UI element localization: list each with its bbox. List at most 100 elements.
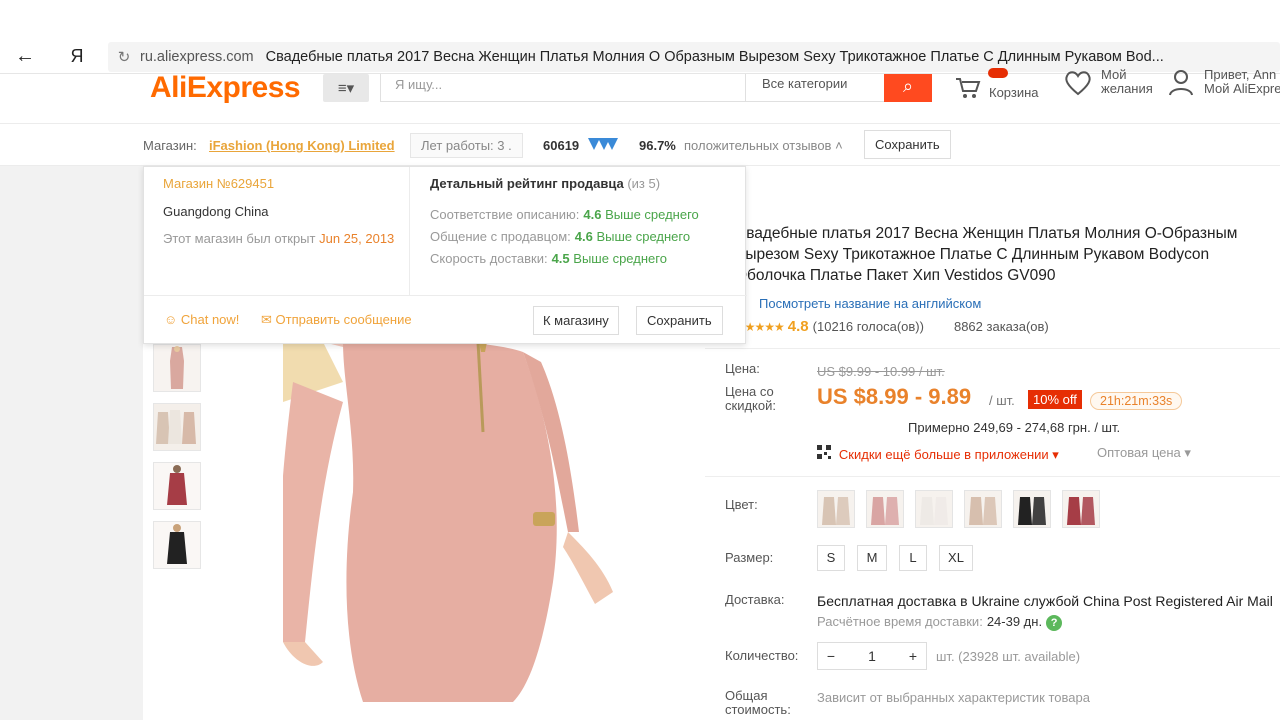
yandex-logo[interactable]: Я	[50, 46, 104, 67]
gallery-thumbnail[interactable]	[153, 462, 201, 510]
shipping-method[interactable]: Бесплатная доставка в Ukraine службой Ch…	[817, 593, 1273, 609]
url-page-title: Свадебные платья 2017 Весна Женщин Плать…	[265, 49, 1164, 65]
store-location: Guangdong China	[163, 204, 269, 219]
search-button[interactable]: ⌕	[884, 74, 932, 102]
account-greeting: Привет, Ann	[1204, 67, 1277, 82]
rating-row-compare: Выше среднего	[605, 207, 699, 222]
account-link[interactable]: Привет, Ann Мой AliExpre	[1168, 68, 1280, 103]
save-store-button[interactable]: Сохранить	[864, 130, 951, 159]
sale-timer: 21h:21m:33s	[1090, 392, 1183, 410]
price-label: Цена:	[725, 361, 760, 376]
store-name-link[interactable]: iFashion (Hong Kong) Limited	[209, 138, 395, 153]
color-swatch[interactable]	[866, 490, 904, 528]
size-option-xl[interactable]: XL	[939, 545, 973, 571]
store-number: Магазин №629451	[163, 176, 275, 191]
rating-row-value: 4.5	[551, 251, 570, 266]
categories-menu-icon[interactable]: ≡▾	[323, 74, 369, 102]
wholesale-price-dropdown[interactable]: Оптовая цена ▾	[1097, 445, 1191, 461]
medal-icon	[586, 136, 620, 155]
store-years-badge: Лет работы: 3 .	[410, 133, 523, 158]
rating-row-label: Соответствие описанию:	[430, 207, 580, 222]
rating-summary: ★★★★★ 4.8 (10216 голоса(ов)) 8862 заказа(ов…	[735, 318, 1049, 335]
quantity-stepper: − 1 +	[817, 642, 927, 670]
shipping-time-value: 24-39 дн.	[986, 614, 1043, 629]
wishlist-link[interactable]: Мой желания	[1063, 68, 1153, 101]
qr-code-icon	[817, 445, 835, 462]
seller-rating-title: Детальный рейтинг продавца (из 5)	[430, 176, 660, 191]
cart-count-badge	[988, 68, 1008, 78]
positive-feedback-toggle[interactable]: положительных отзывов ˄	[684, 138, 843, 153]
send-message-button[interactable]: ✉ Отправить сообщение	[261, 312, 412, 328]
shipping-time: Расчётное время доставки: 24-39 дн.?	[817, 614, 1063, 631]
site-header: AliExpress ≡▾ Я ищу... Все категории ⌕ К…	[0, 68, 1280, 124]
aliexpress-logo[interactable]: AliExpress	[150, 73, 301, 103]
orders-count: 8862 заказа(ов)	[953, 319, 1049, 334]
rating-row-communication: Общение с продавцом: 4.6 Выше среднего	[430, 229, 690, 244]
price-unit: / шт.	[989, 393, 1015, 408]
quantity-increase-button[interactable]: +	[900, 648, 926, 664]
seller-rating-heading: Детальный рейтинг продавца	[430, 176, 624, 191]
section-divider	[705, 348, 1280, 349]
product-details-panel: Свадебные платья 2017 Весна Женщин Плать…	[705, 166, 1280, 720]
popup-actions: ☺ Chat now! ✉ Отправить сообщение К мага…	[144, 295, 747, 345]
go-to-store-button[interactable]: К магазину	[533, 306, 619, 335]
rating-row-shipping: Скорость доставки: 4.5 Выше среднего	[430, 251, 667, 266]
color-swatch[interactable]	[1013, 490, 1051, 528]
wishlist-label: Мой желания	[1101, 68, 1153, 101]
positive-feedback-percent: 96.7%	[639, 138, 676, 153]
cart-icon	[955, 76, 981, 103]
rating-row-description: Соответствие описанию: 4.6 Выше среднего	[430, 207, 699, 222]
reload-icon[interactable]: ↻	[108, 48, 140, 66]
quantity-label: Количество:	[725, 648, 799, 663]
main-product-image[interactable]	[278, 339, 683, 720]
original-price: US $9.99 - 10.99 / шт.	[817, 364, 945, 379]
size-option-s[interactable]: S	[817, 545, 845, 571]
discount-badge: 10% off	[1028, 390, 1082, 409]
search-input[interactable]: Я ищу...	[380, 74, 746, 102]
size-option-l[interactable]: L	[899, 545, 927, 571]
search-category-select[interactable]: Все категории	[746, 74, 884, 102]
votes-link[interactable]: (10216 голоса(ов))	[813, 319, 924, 334]
discount-price: US $8.99 - 9.89	[817, 384, 972, 409]
total-price-label: Общая стоимость:	[725, 689, 791, 717]
gallery-thumbnail[interactable]	[153, 344, 201, 392]
wishlist-label-line2: желания	[1101, 81, 1153, 96]
gallery-thumbnail[interactable]	[153, 403, 201, 451]
chat-now-button[interactable]: ☺ Chat now!	[164, 312, 239, 327]
size-option-m[interactable]: M	[857, 545, 887, 571]
shipping-time-label: Расчётное время доставки:	[817, 614, 983, 629]
popup-save-button[interactable]: Сохранить	[636, 306, 723, 335]
back-button[interactable]: ←	[0, 45, 50, 68]
gallery-thumbnail[interactable]	[153, 521, 201, 569]
seller-rating-details: Детальный рейтинг продавца (из 5) Соотве…	[410, 167, 747, 295]
color-swatch[interactable]	[915, 490, 953, 528]
cart-link[interactable]: Корзина	[955, 68, 1039, 103]
store-opened: Этот магазин был открыт Jun 25, 2013	[163, 231, 394, 246]
approx-local-price: Примерно 249,69 - 274,68 грн. / шт.	[908, 420, 1121, 435]
rating-row-value: 4.6	[583, 207, 602, 222]
popup-store-info: Магазин №629451 Guangdong China Этот маг…	[144, 167, 410, 295]
url-domain: ru.aliexpress.com	[140, 49, 254, 65]
cart-label: Корзина	[989, 85, 1039, 100]
english-title-link[interactable]: Посмотреть название на английском	[759, 296, 981, 311]
quantity-decrease-button[interactable]: −	[818, 648, 844, 664]
stock-available: шт. (23928 шт. available)	[936, 649, 1081, 664]
rating-value: 4.8	[787, 318, 809, 335]
color-swatch[interactable]	[817, 490, 855, 528]
discount-price-label-line2: скидкой:	[725, 398, 776, 413]
color-swatch[interactable]	[964, 490, 1002, 528]
color-swatch[interactable]	[1062, 490, 1100, 528]
help-icon[interactable]: ?	[1046, 615, 1063, 631]
user-icon	[1168, 68, 1194, 103]
size-label: Размер:	[725, 550, 774, 565]
feedback-score: 60619	[543, 138, 580, 153]
total-price-note: Зависит от выбранных характеристик товар…	[817, 690, 1090, 705]
quantity-input[interactable]: 1	[844, 648, 900, 664]
left-background	[0, 166, 143, 720]
wishlist-label-line1: Мой	[1101, 67, 1127, 82]
app-discount-link[interactable]: Скидки ещё больше в приложении ▾	[817, 445, 1059, 463]
store-info-bar: Магазин: iFashion (Hong Kong) Limited Ле…	[0, 124, 1280, 166]
browser-top-area	[0, 0, 1280, 40]
rating-row-value: 4.6	[574, 229, 593, 244]
account-my-aliexpress: Мой AliExpre	[1204, 81, 1280, 96]
